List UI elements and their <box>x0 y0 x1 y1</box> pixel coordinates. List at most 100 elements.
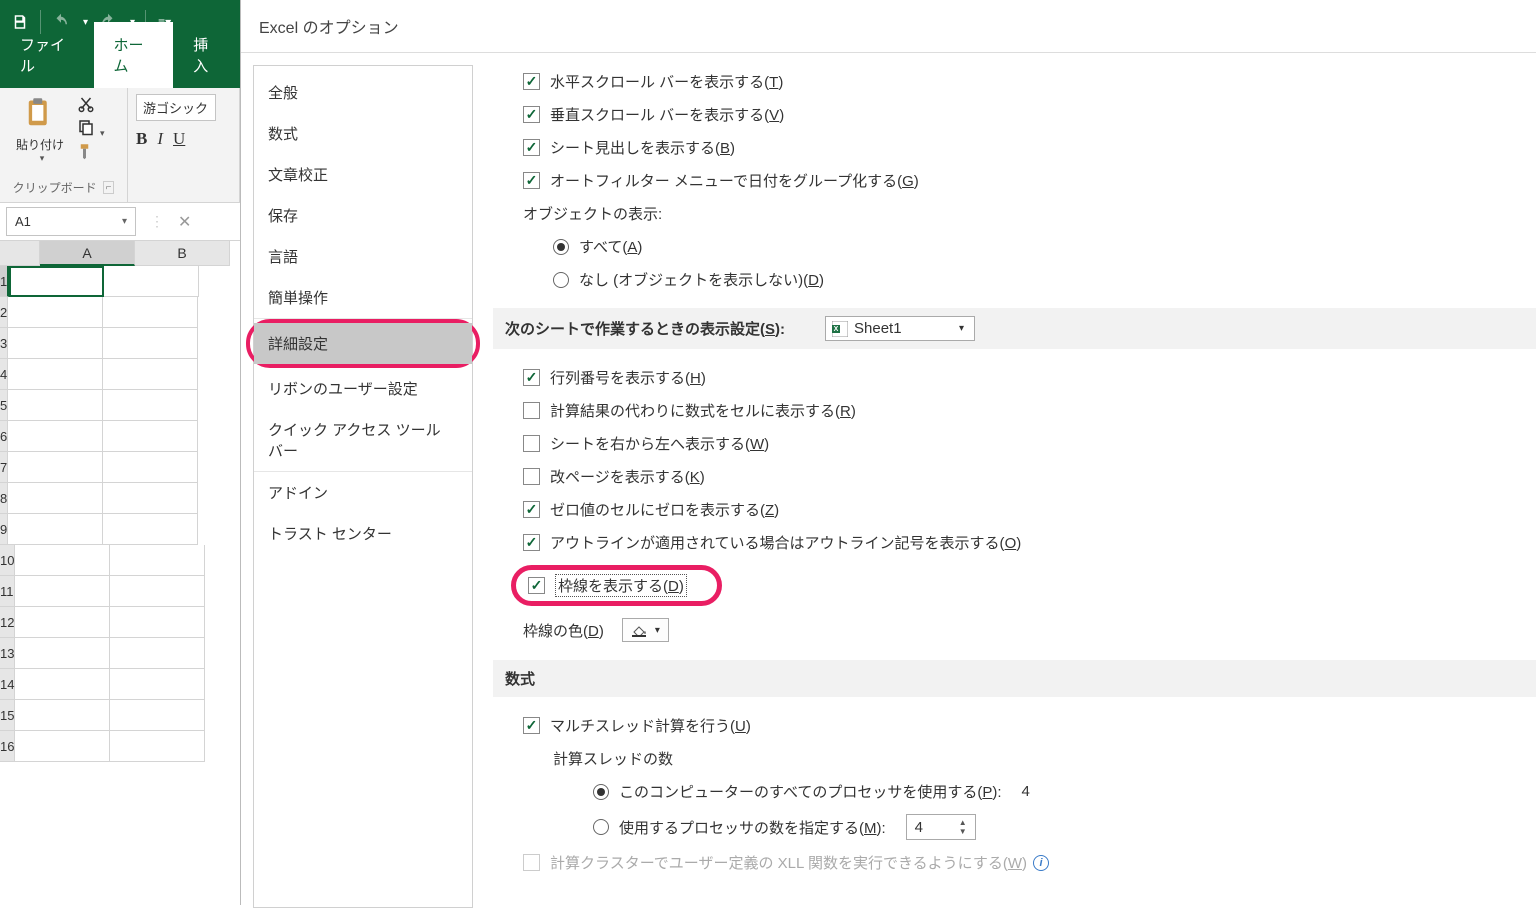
checkbox-icon[interactable] <box>523 717 540 734</box>
info-icon[interactable]: i <box>1033 855 1049 871</box>
cell[interactable] <box>103 359 198 390</box>
nav-trust[interactable]: トラスト センター <box>254 513 472 554</box>
cell[interactable] <box>110 700 205 731</box>
row-header[interactable]: 16 <box>0 731 15 762</box>
processor-spin-input[interactable]: 4 ▲▼ <box>906 814 976 840</box>
cell[interactable] <box>110 607 205 638</box>
opt-autofilter-group[interactable]: オートフィルター メニューで日付をグループ化する(G) <box>523 170 919 191</box>
radio-icon[interactable] <box>553 239 569 255</box>
cell[interactable] <box>110 731 205 762</box>
opt-multithread[interactable]: マルチスレッド計算を行う(U) <box>523 715 751 736</box>
cut-icon[interactable] <box>76 95 105 116</box>
nav-qat[interactable]: クイック アクセス ツール バー <box>254 409 472 472</box>
opt-vscroll[interactable]: 垂直スクロール バーを表示する(V) <box>523 104 784 125</box>
spin-up-icon[interactable]: ▲ <box>959 818 967 827</box>
clipboard-expand-icon[interactable]: ⌐ <box>103 181 115 194</box>
nav-addins[interactable]: アドイン <box>254 472 472 513</box>
checkbox-icon[interactable] <box>523 435 540 452</box>
row-header[interactable]: 4 <box>0 359 8 390</box>
cancel-icon[interactable]: ✕ <box>170 212 199 232</box>
cell[interactable] <box>110 576 205 607</box>
row-header[interactable]: 6 <box>0 421 8 452</box>
cell[interactable] <box>15 700 110 731</box>
cell[interactable] <box>8 483 103 514</box>
opt-objects-all[interactable]: すべて(A) <box>553 236 642 257</box>
checkbox-icon[interactable] <box>528 577 545 594</box>
row-header[interactable]: 15 <box>0 700 15 731</box>
cell[interactable] <box>8 421 103 452</box>
cell[interactable] <box>103 297 198 328</box>
radio-icon[interactable] <box>593 819 609 835</box>
nav-proofing[interactable]: 文章校正 <box>254 154 472 195</box>
opt-outline-symbols[interactable]: アウトラインが適用されている場合はアウトライン記号を表示する(O) <box>523 532 1021 553</box>
nav-language[interactable]: 言語 <box>254 236 472 277</box>
radio-icon[interactable] <box>593 784 609 800</box>
row-header[interactable]: 2 <box>0 297 8 328</box>
cell[interactable] <box>15 731 110 762</box>
nav-save[interactable]: 保存 <box>254 195 472 236</box>
cell[interactable] <box>110 545 205 576</box>
opt-objects-none[interactable]: なし (オブジェクトを表示しない)(D) <box>553 269 824 290</box>
checkbox-icon[interactable] <box>523 369 540 386</box>
cell[interactable] <box>8 390 103 421</box>
row-header[interactable]: 5 <box>0 390 8 421</box>
cell[interactable] <box>103 483 198 514</box>
checkbox-icon[interactable] <box>523 501 540 518</box>
checkbox-icon[interactable] <box>523 106 540 123</box>
checkbox-icon[interactable] <box>523 534 540 551</box>
col-header-a[interactable]: A <box>40 241 135 266</box>
row-header[interactable]: 7 <box>0 452 8 483</box>
undo-icon[interactable] <box>51 12 71 32</box>
checkbox-icon[interactable] <box>523 402 540 419</box>
redo-icon[interactable] <box>98 12 118 32</box>
cell[interactable] <box>8 359 103 390</box>
opt-gridlines[interactable]: 枠線を表示する(D) <box>520 574 687 597</box>
opt-rowcol-headers[interactable]: 行列番号を表示する(H) <box>523 367 706 388</box>
checkbox-icon[interactable] <box>523 139 540 156</box>
gridline-color-button[interactable]: ▾ <box>622 618 669 642</box>
checkbox-icon[interactable] <box>523 468 540 485</box>
nav-formulas[interactable]: 数式 <box>254 113 472 154</box>
nav-custom-ribbon[interactable]: リボンのユーザー設定 <box>254 368 472 409</box>
cell[interactable] <box>103 514 198 545</box>
nav-general[interactable]: 全般 <box>254 72 472 113</box>
cell[interactable] <box>110 669 205 700</box>
cell[interactable] <box>8 297 103 328</box>
opt-sheettabs[interactable]: シート見出しを表示する(B) <box>523 137 735 158</box>
row-header[interactable]: 3 <box>0 328 8 359</box>
cell[interactable] <box>103 421 198 452</box>
tab-file[interactable]: ファイル <box>0 22 94 88</box>
format-painter-icon[interactable] <box>76 142 105 163</box>
nav-ease[interactable]: 簡単操作 <box>254 277 472 319</box>
cell[interactable] <box>15 669 110 700</box>
paste-button[interactable]: 貼り付け ▾ <box>8 94 72 164</box>
checkbox-icon[interactable] <box>523 172 540 189</box>
font-name-dropdown[interactable]: 游ゴシック <box>136 94 216 121</box>
opt-hscroll[interactable]: 水平スクロール バーを表示する(T) <box>523 71 783 92</box>
row-header[interactable]: 12 <box>0 607 15 638</box>
sheet-select[interactable]: X Sheet1 ▾ <box>825 316 975 341</box>
opt-zero-values[interactable]: ゼロ値のセルにゼロを表示する(Z) <box>523 499 779 520</box>
opt-rtl[interactable]: シートを右から左へ表示する(W) <box>523 433 769 454</box>
checkbox-icon[interactable] <box>523 73 540 90</box>
cell[interactable] <box>9 266 104 297</box>
cell[interactable] <box>103 328 198 359</box>
row-header[interactable]: 14 <box>0 669 15 700</box>
cell[interactable] <box>104 266 199 297</box>
row-header[interactable]: 8 <box>0 483 8 514</box>
cell[interactable] <box>103 390 198 421</box>
row-header[interactable]: 1 <box>0 266 9 297</box>
opt-all-processors[interactable]: このコンピューターのすべてのプロセッサを使用する(P): <box>593 781 1002 802</box>
radio-icon[interactable] <box>553 272 569 288</box>
row-header[interactable]: 9 <box>0 514 8 545</box>
opt-page-breaks[interactable]: 改ページを表示する(K) <box>523 466 705 487</box>
opt-show-formulas[interactable]: 計算結果の代わりに数式をセルに表示する(R) <box>523 400 856 421</box>
cell[interactable] <box>103 452 198 483</box>
nav-advanced[interactable]: 詳細設定 <box>254 323 472 364</box>
copy-icon[interactable]: ▾ <box>76 118 105 139</box>
row-header[interactable]: 10 <box>0 545 15 576</box>
bold-button[interactable]: B <box>136 129 147 149</box>
cell[interactable] <box>8 452 103 483</box>
cell[interactable] <box>15 545 110 576</box>
cell[interactable] <box>15 607 110 638</box>
